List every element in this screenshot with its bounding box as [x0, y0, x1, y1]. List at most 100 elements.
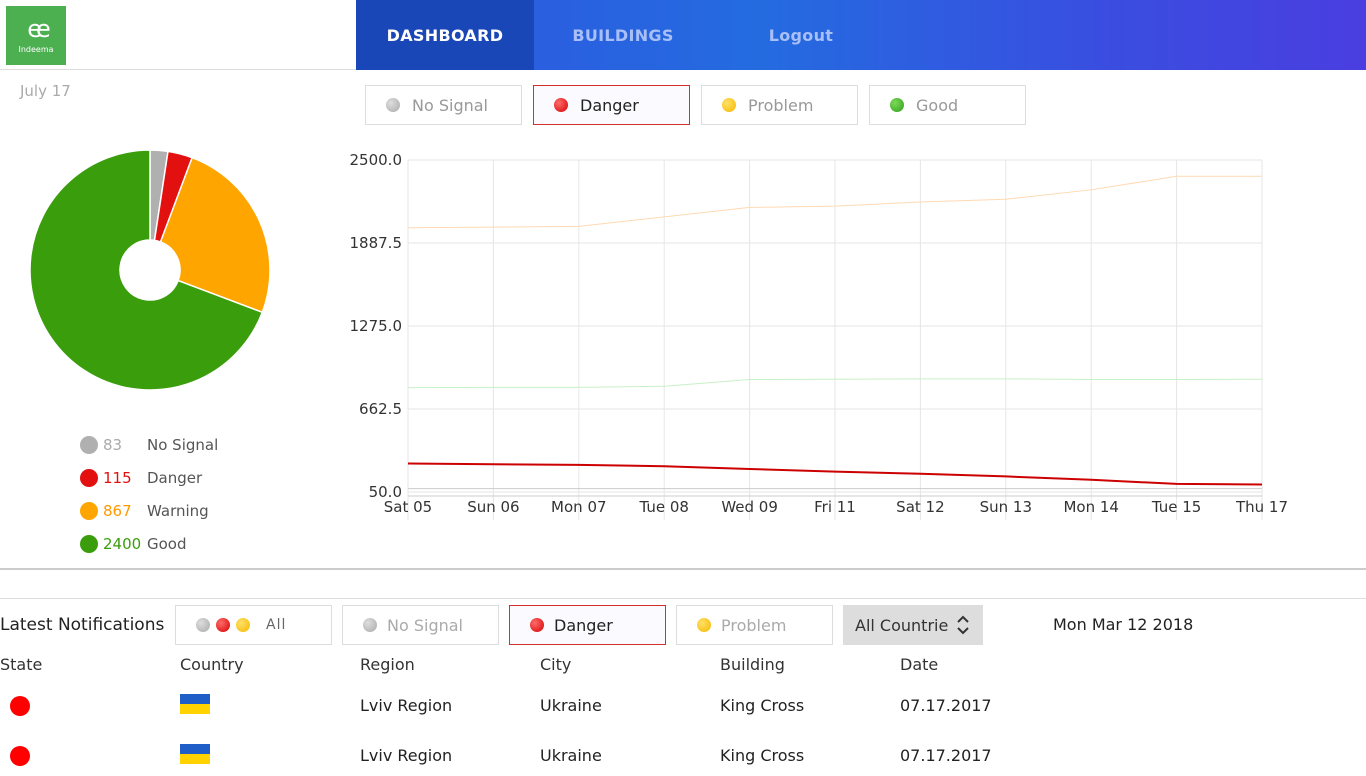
donut-svg — [29, 149, 271, 391]
filter-label: Danger — [554, 615, 613, 635]
danger-dot-icon — [530, 618, 544, 632]
date-label: July 17 — [20, 82, 71, 100]
notif-filter-no-signal-button[interactable]: No Signal — [342, 605, 499, 645]
no-signal-dot-icon — [386, 98, 400, 112]
col-building[interactable]: Building — [720, 655, 785, 674]
y-tick-label: 1275.0 — [350, 317, 403, 335]
x-tick-label: Sat 12 — [896, 498, 944, 516]
legend-label: Warning — [147, 501, 209, 520]
problem-dot-icon — [236, 618, 250, 632]
legend-warning: 867 Warning — [80, 494, 218, 527]
table-header: State Country Region City Building Date — [0, 655, 1366, 675]
dashboard-panel: July 17 No Signal Danger Problem Good 83… — [0, 72, 1366, 570]
main-nav: DASHBOARD BUILDINGS Logout — [356, 0, 1366, 70]
filter-label: Problem — [748, 95, 814, 115]
filter-label: Good — [916, 95, 959, 115]
filter-label: Problem — [721, 615, 787, 635]
country-select-value: All Countries — [855, 615, 949, 635]
legend-value: 867 — [103, 501, 132, 520]
ukraine-flag-icon — [180, 694, 210, 714]
indeema-logo[interactable]: ее Indeema — [6, 6, 66, 65]
x-tick-label: Mon 14 — [1063, 498, 1118, 516]
x-tick-label: Tue 08 — [638, 498, 688, 516]
legend-value: 83 — [103, 435, 123, 454]
filter-label: Danger — [580, 95, 639, 115]
danger-dot-icon — [80, 468, 98, 487]
good-dot-icon — [890, 98, 904, 112]
danger-state-icon — [10, 696, 30, 716]
table-row[interactable]: Lviv Region Ukraine King Cross 07.17.201… — [0, 694, 1366, 726]
row-city: Ukraine — [540, 746, 602, 765]
col-country[interactable]: Country — [180, 655, 244, 674]
notif-filter-all-button[interactable]: All — [175, 605, 332, 645]
latest-notifications: Latest Notifications All No Signal Dange… — [0, 598, 1366, 768]
line-chart-svg: 2500.01887.51275.0662.550.0Sat 05 Sun 06 M… — [350, 151, 1288, 520]
x-tick-label: Tue 15 — [1151, 498, 1201, 516]
filter-no-signal-button[interactable]: No Signal — [365, 85, 522, 125]
status-donut-chart — [29, 149, 271, 391]
row-date: 07.17.2017 — [900, 696, 992, 715]
legend-danger: 115 Danger — [80, 461, 218, 494]
no-signal-dot-icon — [363, 618, 377, 632]
table-row[interactable]: Lviv Region Ukraine King Cross 07.17.201… — [0, 744, 1366, 776]
problem-dot-icon — [722, 98, 736, 112]
notifications-date: Mon Mar 12 2018 — [1053, 615, 1194, 634]
danger-state-icon — [10, 746, 30, 766]
filter-problem-button[interactable]: Problem — [701, 85, 858, 125]
col-region[interactable]: Region — [360, 655, 415, 674]
x-tick-label: Sun 13 — [980, 498, 1032, 516]
warning-dot-icon — [80, 501, 98, 520]
updown-chevron-icon — [957, 615, 969, 635]
danger-dot-icon — [216, 618, 230, 632]
good-dot-icon — [80, 534, 98, 553]
row-region: Lviv Region — [360, 746, 453, 765]
row-date: 07.17.2017 — [900, 746, 992, 765]
filter-label: No Signal — [387, 615, 463, 635]
legend-label: No Signal — [147, 435, 219, 454]
ukraine-flag-icon — [180, 744, 210, 764]
nav-buildings[interactable]: BUILDINGS — [534, 0, 712, 70]
legend-label: Danger — [147, 468, 203, 487]
status-line-chart: 2500.0 1887.5 1275.0 662.5 50.0 Sat 05 Sun 06 M… — [340, 142, 1300, 532]
filter-good-button[interactable]: Good — [869, 85, 1026, 125]
legend-value: 2400 — [103, 534, 142, 553]
x-tick-label: Sat 05 — [384, 498, 432, 516]
col-state[interactable]: State — [0, 655, 42, 674]
x-tick-label: Fri 11 — [814, 498, 856, 516]
app-header: ее Indeema DASHBOARD BUILDINGS Logout — [0, 0, 1366, 70]
row-building: King Cross — [720, 746, 805, 765]
y-tick-label: 2500.0 — [350, 151, 403, 169]
y-tick-label: 662.5 — [359, 400, 402, 418]
legend-no-signal: 83 No Signal — [80, 428, 218, 461]
status-filters: No Signal Danger Problem Good — [365, 85, 1026, 125]
logo-text: Indeema — [18, 45, 54, 54]
nav-logout[interactable]: Logout — [712, 0, 890, 70]
notifications-title: Latest Notifications — [0, 615, 165, 635]
problem-dot-icon — [697, 618, 711, 632]
filter-label: All — [266, 617, 287, 633]
row-city: Ukraine — [540, 696, 602, 715]
row-region: Lviv Region — [360, 696, 453, 715]
legend-label: Good — [147, 534, 187, 553]
pie-legend: 83 No Signal 115 Danger 867 Warning 2400… — [80, 428, 218, 560]
x-tick-label: Mon 07 — [551, 498, 606, 516]
row-building: King Cross — [720, 696, 805, 715]
no-signal-dot-icon — [196, 618, 210, 632]
filter-danger-button[interactable]: Danger — [533, 85, 690, 125]
legend-value: 115 — [103, 468, 132, 487]
notif-filter-problem-button[interactable]: Problem — [676, 605, 833, 645]
x-tick-label: Wed 09 — [721, 498, 778, 516]
country-select[interactable]: All Countries — [843, 605, 983, 645]
no-signal-dot-icon — [80, 435, 98, 454]
logo-icon: ее — [27, 15, 50, 43]
danger-dot-icon — [554, 98, 568, 112]
nav-dashboard[interactable]: DASHBOARD — [356, 0, 534, 70]
y-tick-label: 1887.5 — [350, 234, 403, 252]
notif-filter-danger-button[interactable]: Danger — [509, 605, 666, 645]
x-tick-label: Thu 17 — [1235, 498, 1288, 516]
x-tick-label: Sun 06 — [467, 498, 519, 516]
legend-good: 2400 Good — [80, 527, 218, 560]
filter-label: No Signal — [412, 95, 488, 115]
col-city[interactable]: City — [540, 655, 571, 674]
col-date[interactable]: Date — [900, 655, 938, 674]
